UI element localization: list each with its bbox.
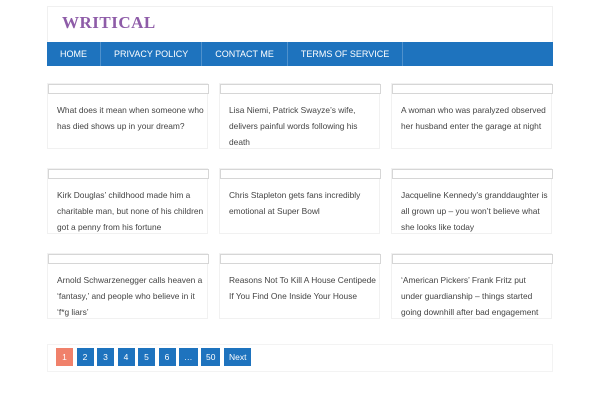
page-2-link[interactable]: 2 bbox=[76, 348, 94, 366]
article-card[interactable]: Arnold Schwarzenegger calls heaven a ‘fa… bbox=[47, 253, 209, 320]
pagination: 1 2 3 4 5 6 … 50 Next bbox=[47, 344, 553, 372]
article-thumbnail[interactable] bbox=[392, 169, 553, 179]
article-thumbnail[interactable] bbox=[48, 254, 209, 264]
article-title[interactable]: What does it mean when someone who has d… bbox=[57, 103, 205, 135]
nav-contact-me[interactable]: CONTACT ME bbox=[202, 42, 288, 66]
article-card[interactable]: ‘American Pickers’ Frank Fritz put under… bbox=[391, 253, 553, 320]
article-thumbnail[interactable] bbox=[392, 254, 553, 264]
article-title[interactable]: A woman who was paralyzed observed her h… bbox=[401, 103, 549, 135]
page-5-link[interactable]: 5 bbox=[138, 348, 155, 366]
article-title[interactable]: Kirk Douglas’ childhood made him a chari… bbox=[57, 188, 205, 235]
article-title[interactable]: Jacqueline Kennedy’s granddaughter is al… bbox=[401, 188, 549, 235]
article-thumbnail[interactable] bbox=[48, 84, 209, 94]
article-thumbnail[interactable] bbox=[220, 169, 381, 179]
article-card[interactable]: What does it mean when someone who has d… bbox=[47, 83, 209, 149]
page-ellipsis: … bbox=[179, 348, 198, 366]
article-thumbnail[interactable] bbox=[48, 169, 209, 179]
article-title[interactable]: Chris Stapleton gets fans incredibly emo… bbox=[229, 188, 377, 220]
article-card[interactable]: Kirk Douglas’ childhood made him a chari… bbox=[47, 168, 209, 235]
nav-home[interactable]: HOME bbox=[47, 42, 101, 66]
article-title[interactable]: ‘American Pickers’ Frank Fritz put under… bbox=[401, 273, 549, 320]
article-title[interactable]: Arnold Schwarzenegger calls heaven a ‘fa… bbox=[57, 273, 205, 320]
site-logo[interactable]: WRITICAL bbox=[62, 13, 156, 33]
next-page-button[interactable]: Next bbox=[223, 348, 252, 366]
article-card[interactable]: Lisa Niemi, Patrick Swayze’s wife, deliv… bbox=[219, 83, 381, 150]
page-6-link[interactable]: 6 bbox=[158, 348, 176, 366]
main-nav: HOME PRIVACY POLICY CONTACT ME TERMS OF … bbox=[47, 42, 553, 66]
article-card[interactable]: Reasons Not To Kill A House Centipede If… bbox=[219, 253, 381, 319]
article-title[interactable]: Lisa Niemi, Patrick Swayze’s wife, deliv… bbox=[229, 103, 377, 150]
article-title[interactable]: Reasons Not To Kill A House Centipede If… bbox=[229, 273, 377, 305]
article-card[interactable]: Chris Stapleton gets fans incredibly emo… bbox=[219, 168, 381, 234]
page-3-link[interactable]: 3 bbox=[97, 348, 114, 366]
page-4-link[interactable]: 4 bbox=[117, 348, 135, 366]
page-1-current: 1 bbox=[56, 348, 73, 366]
site-header: WRITICAL bbox=[47, 6, 553, 42]
nav-terms-of-service[interactable]: TERMS OF SERVICE bbox=[288, 42, 404, 66]
article-card[interactable]: Jacqueline Kennedy’s granddaughter is al… bbox=[391, 168, 553, 235]
article-thumbnail[interactable] bbox=[392, 84, 553, 94]
article-thumbnail[interactable] bbox=[220, 84, 381, 94]
article-thumbnail[interactable] bbox=[220, 254, 381, 264]
nav-privacy-policy[interactable]: PRIVACY POLICY bbox=[101, 42, 203, 66]
page-50-link[interactable]: 50 bbox=[201, 348, 221, 366]
article-card[interactable]: A woman who was paralyzed observed her h… bbox=[391, 83, 553, 149]
